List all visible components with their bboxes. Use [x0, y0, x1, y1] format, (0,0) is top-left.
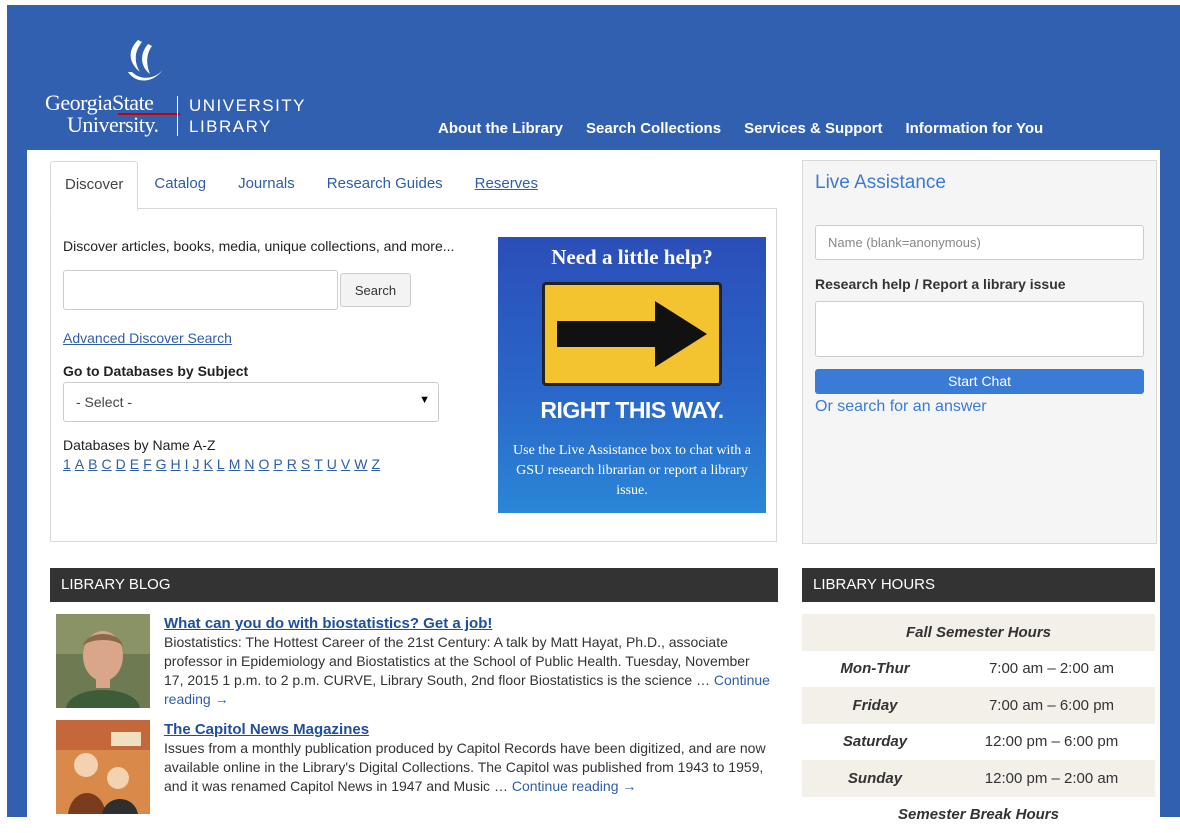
- blog-post-excerpt-1: Biostatistics: The Hottest Career of the…: [164, 633, 772, 709]
- chat-name-input[interactable]: Name (blank=anonymous): [815, 225, 1144, 260]
- logo-university-label: UNIVERSITY: [189, 96, 306, 116]
- promo-heading: Need a little help?: [498, 245, 766, 270]
- az-link[interactable]: E: [130, 456, 139, 472]
- page-border: [0, 0, 7, 817]
- search-tabs: Discover Catalog Journals Research Guide…: [50, 161, 554, 209]
- az-link[interactable]: P: [273, 456, 282, 472]
- caret-down-icon: ▼: [419, 394, 430, 406]
- az-link[interactable]: F: [143, 456, 152, 472]
- databases-by-subject-label: Go to Databases by Subject: [63, 363, 248, 379]
- az-link[interactable]: H: [171, 456, 181, 472]
- az-link[interactable]: M: [229, 456, 241, 472]
- tab-reserves[interactable]: Reserves: [459, 161, 554, 209]
- nav-information-for-you[interactable]: Information for You: [905, 120, 1043, 137]
- main-nav: About the Library Search Collections Ser…: [438, 120, 1043, 137]
- nav-about-the-library[interactable]: About the Library: [438, 120, 563, 137]
- subject-select-value: - Select -: [76, 394, 132, 410]
- start-chat-button[interactable]: Start Chat: [815, 369, 1144, 394]
- blog-post-text-1: Biostatistics: The Hottest Career of the…: [164, 634, 750, 688]
- gsu-library-logo[interactable]: GeorgiaState University. UNIVERSITY LIBR…: [40, 38, 320, 138]
- discover-label: Discover articles, books, media, unique …: [63, 238, 454, 254]
- arrow-right-icon: [545, 285, 719, 383]
- az-link[interactable]: N: [244, 456, 254, 472]
- blog-post-title-1[interactable]: What can you do with biostatistics? Get …: [164, 615, 492, 632]
- page-margin-left: [7, 150, 27, 817]
- hours-day: Mon-Thur: [802, 660, 948, 677]
- hours-row: Saturday 12:00 pm – 6:00 pm: [802, 724, 1155, 761]
- page-margin-right: [1160, 150, 1180, 817]
- tab-journals[interactable]: Journals: [222, 161, 311, 209]
- az-link[interactable]: R: [287, 456, 297, 472]
- az-link[interactable]: Z: [371, 456, 380, 472]
- promo-big-text: RIGHT THIS WAY.: [498, 397, 766, 424]
- post-thumbnail[interactable]: [56, 614, 150, 708]
- databases-az-label: Databases by Name A-Z: [63, 437, 216, 453]
- az-link[interactable]: V: [341, 456, 350, 472]
- tab-research-guides[interactable]: Research Guides: [311, 161, 459, 209]
- live-assistance-title: Live Assistance: [815, 172, 946, 194]
- library-blog-header: LIBRARY BLOG: [50, 568, 778, 602]
- az-link[interactable]: D: [116, 456, 126, 472]
- magazine-cover-image: [56, 720, 150, 814]
- az-link[interactable]: J: [193, 456, 200, 472]
- hours-time: 7:00 am – 2:00 am: [948, 660, 1155, 677]
- portrait-image: [56, 614, 150, 708]
- post-thumbnail[interactable]: [56, 720, 150, 814]
- az-link[interactable]: A: [75, 456, 84, 472]
- az-link[interactable]: I: [185, 456, 189, 472]
- az-link[interactable]: K: [204, 456, 213, 472]
- az-link[interactable]: B: [88, 456, 97, 472]
- semester-break-heading: Semester Break Hours: [802, 797, 1155, 833]
- research-help-label: Research help / Report a library issue: [815, 276, 1066, 292]
- az-link[interactable]: U: [327, 456, 337, 472]
- hours-time: 12:00 pm – 6:00 pm: [948, 733, 1155, 750]
- az-link[interactable]: 1: [63, 456, 71, 472]
- hours-time: 12:00 pm – 2:00 am: [948, 770, 1155, 787]
- nav-search-collections[interactable]: Search Collections: [586, 120, 721, 137]
- hours-table: Fall Semester Hours Mon-Thur 7:00 am – 2…: [802, 614, 1155, 833]
- nav-services-support[interactable]: Services & Support: [744, 120, 882, 137]
- hours-row: Friday 7:00 am – 6:00 pm: [802, 687, 1155, 724]
- az-link[interactable]: C: [101, 456, 111, 472]
- az-link[interactable]: W: [354, 456, 367, 472]
- blog-post-title-2[interactable]: The Capitol News Magazines: [164, 721, 369, 738]
- hours-row: Mon-Thur 7:00 am – 2:00 am: [802, 651, 1155, 688]
- hours-day: Friday: [802, 697, 948, 714]
- flame-logo-icon: [118, 38, 168, 90]
- blog-post-text-2: Issues from a monthly publication produc…: [164, 740, 766, 794]
- az-letter-links: 1 A B C D E F G H I J K L M N O P R S T …: [63, 456, 380, 472]
- help-promo-banner[interactable]: Need a little help? RIGHT THIS WAY. Use …: [498, 237, 766, 513]
- hours-day: Saturday: [802, 733, 948, 750]
- az-link[interactable]: L: [217, 456, 225, 472]
- search-button[interactable]: Search: [340, 273, 411, 307]
- az-link[interactable]: O: [258, 456, 269, 472]
- tab-catalog[interactable]: Catalog: [138, 161, 222, 209]
- logo-library-label: LIBRARY: [189, 117, 272, 137]
- library-hours-header: LIBRARY HOURS: [802, 568, 1155, 602]
- search-answer-link[interactable]: Or search for an answer: [815, 398, 987, 416]
- chat-message-textarea[interactable]: [815, 301, 1144, 357]
- hours-time: 7:00 am – 6:00 pm: [948, 697, 1155, 714]
- logo-divider: [177, 96, 178, 136]
- hours-day: Sunday: [802, 770, 948, 787]
- continue-reading-link-2[interactable]: Continue reading →: [512, 778, 637, 794]
- hours-heading: Fall Semester Hours: [802, 614, 1155, 651]
- subject-select[interactable]: - Select - ▼: [63, 382, 439, 422]
- arrow-sign: [542, 282, 722, 386]
- logo-university: University.: [67, 112, 158, 138]
- blog-post-excerpt-2: Issues from a monthly publication produc…: [164, 739, 772, 796]
- tab-discover[interactable]: Discover: [50, 161, 138, 211]
- az-link[interactable]: T: [314, 456, 323, 472]
- discover-search-input[interactable]: [63, 270, 338, 310]
- promo-body-text: Use the Live Assistance box to chat with…: [508, 441, 756, 501]
- advanced-discover-search-link[interactable]: Advanced Discover Search: [63, 330, 232, 346]
- hours-row: Sunday 12:00 pm – 2:00 am: [802, 760, 1155, 797]
- az-link[interactable]: S: [301, 456, 310, 472]
- az-link[interactable]: G: [156, 456, 167, 472]
